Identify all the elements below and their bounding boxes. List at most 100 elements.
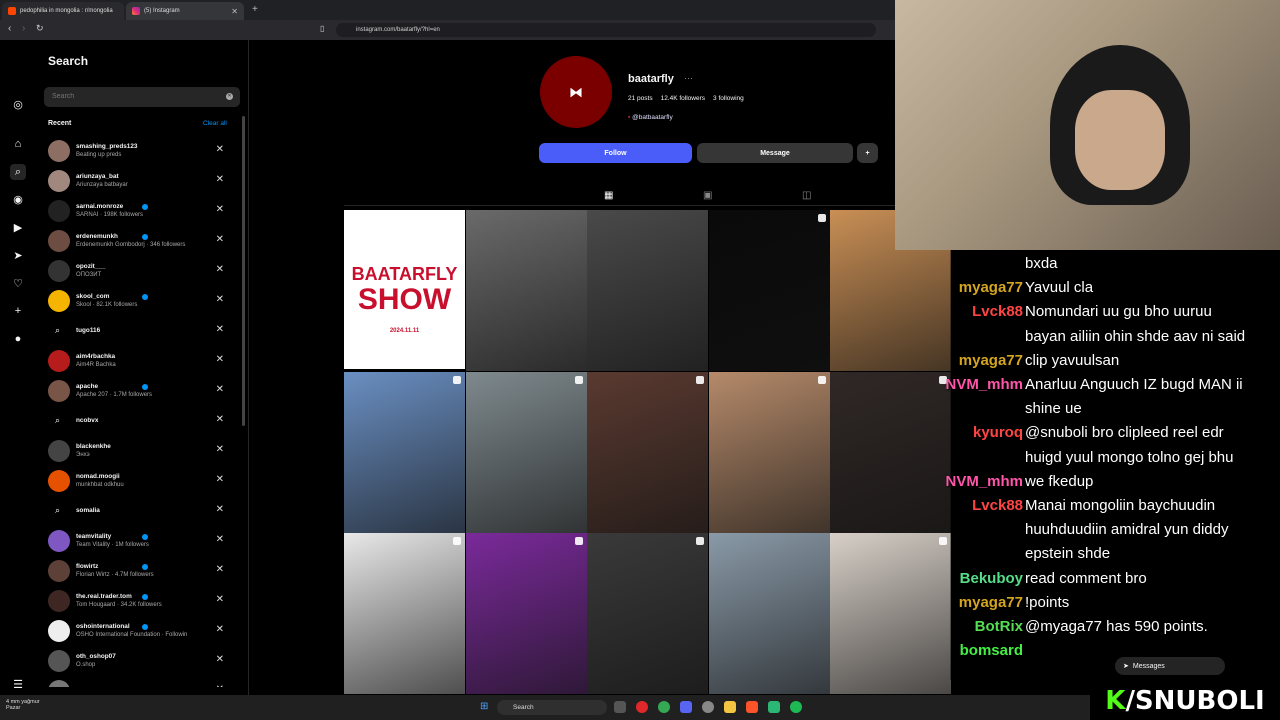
- chat-username[interactable]: Bekuboy: [960, 570, 1023, 587]
- instagram-logo-icon[interactable]: ◎: [10, 96, 26, 112]
- reload-icon[interactable]: ↻: [36, 23, 44, 34]
- remove-recent-icon[interactable]: ✕: [216, 534, 224, 545]
- recent-search-item[interactable]: apache Apache 207 · 1.7M followers ✕: [48, 377, 238, 407]
- chat-username[interactable]: bomsard: [960, 642, 1023, 659]
- chrome-icon[interactable]: [658, 701, 670, 713]
- post-thumbnail[interactable]: [344, 533, 465, 694]
- recent-search-item[interactable]: ⌕ ncobvx ✕: [48, 407, 238, 437]
- search-input[interactable]: [44, 87, 240, 107]
- reels-tab-icon[interactable]: ▣: [703, 190, 712, 201]
- remove-recent-icon[interactable]: ✕: [216, 144, 224, 155]
- discord-icon[interactable]: [680, 701, 692, 713]
- notifications-icon[interactable]: ♡: [10, 275, 26, 291]
- remove-recent-icon[interactable]: ✕: [216, 294, 224, 305]
- post-thumbnail[interactable]: [830, 533, 951, 694]
- obs-icon[interactable]: [702, 701, 714, 713]
- remove-recent-icon[interactable]: ✕: [216, 324, 224, 335]
- remove-recent-icon[interactable]: ✕: [216, 564, 224, 575]
- back-icon[interactable]: ‹: [8, 23, 11, 34]
- recent-search-item[interactable]: oshointernational OSHO International Foun…: [48, 617, 238, 647]
- new-tab-icon[interactable]: +: [252, 4, 258, 15]
- recent-search-item[interactable]: skool_com Skool · 82.1K followers ✕: [48, 287, 238, 317]
- post-thumbnail[interactable]: [830, 371, 951, 533]
- recent-search-item[interactable]: blackenkhe Энхэ ✕: [48, 437, 238, 467]
- recent-search-item[interactable]: teamvitality Team Vitality · 1M followers…: [48, 527, 238, 557]
- home-icon[interactable]: ⌂: [10, 136, 26, 152]
- messages-icon[interactable]: ➤: [10, 247, 26, 263]
- url-field[interactable]: instagram.com/baatarfly/?hl=en: [336, 23, 876, 37]
- followers-count[interactable]: 12.4K followers: [661, 95, 705, 102]
- chat-username[interactable]: BotRix: [975, 618, 1023, 635]
- recent-search-item[interactable]: the.real.trader.tom Tom Hougaard · 34.2K …: [48, 587, 238, 617]
- tab-reddit[interactable]: pedophilia in mongolia : r/mongolia: [2, 2, 124, 20]
- clear-search-icon[interactable]: ✕: [226, 93, 233, 100]
- taskbar-search[interactable]: Search: [497, 700, 607, 715]
- recent-search-item[interactable]: erdenemunkh Erdenemunkh Gombodorj · 346 f…: [48, 227, 238, 257]
- post-thumbnail[interactable]: [708, 533, 830, 694]
- recent-search-item[interactable]: oshothinkss✕: [48, 677, 238, 687]
- reels-icon[interactable]: ▶: [10, 219, 26, 235]
- post-thumbnail[interactable]: [708, 210, 830, 371]
- remove-recent-icon[interactable]: ✕: [216, 624, 224, 635]
- close-tab-icon[interactable]: ✕: [231, 7, 238, 16]
- scrollbar[interactable]: [242, 116, 245, 426]
- chat-username[interactable]: myaga77: [959, 352, 1023, 369]
- recent-search-item[interactable]: sarnai.monroze SARNAI · 198K followers ✕: [48, 197, 238, 227]
- post-thumbnail[interactable]: [465, 371, 587, 533]
- tab-instagram[interactable]: (5) Instagram ✕: [126, 2, 244, 20]
- forward-icon[interactable]: ›: [22, 23, 25, 34]
- follow-button[interactable]: Follow: [539, 143, 692, 163]
- recent-search-item[interactable]: aim4rbachka Aim4R Bachka ✕: [48, 347, 238, 377]
- explore-icon[interactable]: ◉: [10, 191, 26, 207]
- remove-recent-icon[interactable]: ✕: [216, 474, 224, 485]
- chat-username[interactable]: Lvck88: [972, 303, 1023, 320]
- remove-recent-icon[interactable]: ✕: [216, 444, 224, 455]
- remove-recent-icon[interactable]: ✕: [216, 504, 224, 515]
- remove-recent-icon[interactable]: ✕: [216, 174, 224, 185]
- recent-search-item[interactable]: opozit___ ОПОЗИТ ✕: [48, 257, 238, 287]
- remove-recent-icon[interactable]: ✕: [216, 264, 224, 275]
- remove-recent-icon[interactable]: ✕: [216, 204, 224, 215]
- post-thumbnail[interactable]: [587, 371, 708, 533]
- chat-username[interactable]: kyuroq: [973, 424, 1023, 441]
- recent-search-item[interactable]: smashing_preds123 Beating up preds ✕: [48, 137, 238, 167]
- file-explorer-icon[interactable]: [724, 701, 736, 713]
- clear-all-link[interactable]: Clear all: [203, 120, 227, 127]
- tagged-tab-icon[interactable]: ◫: [802, 190, 811, 201]
- post-thumbnail[interactable]: [344, 371, 465, 533]
- remove-recent-icon[interactable]: ✕: [216, 684, 224, 687]
- following-count[interactable]: 3 following: [713, 95, 744, 102]
- show-poster-post[interactable]: BAATARFLY SHOW 2024.11.11: [344, 210, 465, 369]
- messages-pill[interactable]: ➤ Messages: [1115, 657, 1225, 675]
- recent-search-item[interactable]: ⌕ somalia ✕: [48, 497, 238, 527]
- chat-username[interactable]: myaga77: [959, 279, 1023, 296]
- posts-tab-icon[interactable]: ▦: [604, 190, 613, 201]
- profile-icon[interactable]: ●: [10, 331, 26, 347]
- weather-widget[interactable]: 4 mm yağmur Pazar: [6, 699, 40, 711]
- recent-search-item[interactable]: ariunzaya_bat Ariunzaya batbayar ✕: [48, 167, 238, 197]
- recent-search-item[interactable]: ⌕ tugo116 ✕: [48, 317, 238, 347]
- post-thumbnail[interactable]: [587, 533, 708, 694]
- kick-app-icon[interactable]: [768, 701, 780, 713]
- post-thumbnail[interactable]: [587, 210, 708, 371]
- post-thumbnail[interactable]: [708, 371, 830, 533]
- remove-recent-icon[interactable]: ✕: [216, 654, 224, 665]
- options-icon[interactable]: ⋯: [684, 73, 693, 84]
- create-icon[interactable]: +: [10, 303, 26, 319]
- remove-recent-icon[interactable]: ✕: [216, 354, 224, 365]
- task-view-icon[interactable]: [614, 701, 626, 713]
- remove-recent-icon[interactable]: ✕: [216, 594, 224, 605]
- remove-recent-icon[interactable]: ✕: [216, 414, 224, 425]
- remove-recent-icon[interactable]: ✕: [216, 234, 224, 245]
- chat-username[interactable]: Lvck88: [972, 497, 1023, 514]
- chat-username[interactable]: myaga77: [959, 594, 1023, 611]
- spotify-icon[interactable]: [790, 701, 802, 713]
- suggested-users-button[interactable]: +: [857, 143, 878, 163]
- threads-link[interactable]: ▪ @batbaatarfly: [628, 114, 673, 121]
- profile-avatar[interactable]: ⧓: [540, 56, 612, 128]
- start-icon[interactable]: ⊞: [480, 701, 488, 712]
- more-menu-icon[interactable]: ☰: [10, 676, 26, 692]
- search-icon[interactable]: ⌕: [10, 164, 26, 180]
- recent-search-item[interactable]: nomad.moogii munkhbat odkhuu ✕: [48, 467, 238, 497]
- chat-username[interactable]: NVM_mhm: [945, 376, 1023, 393]
